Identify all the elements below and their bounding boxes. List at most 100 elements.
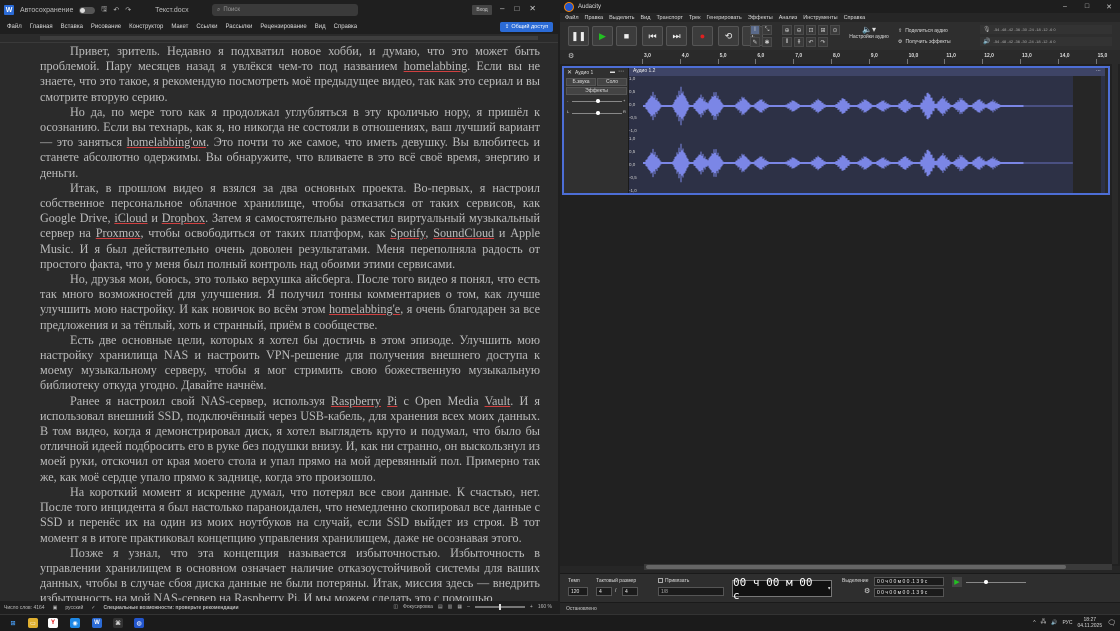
- skip-start-button[interactable]: ⏮: [642, 26, 663, 46]
- signin-button[interactable]: Вход: [472, 5, 492, 15]
- time-signature-denominator[interactable]: 4: [622, 587, 638, 596]
- horizontal-scrollbar[interactable]: [644, 564, 1112, 570]
- undo-icon[interactable]: ↶: [806, 37, 816, 47]
- envelope-tool-icon[interactable]: ⤡: [762, 25, 772, 35]
- print-layout-icon[interactable]: ▥: [448, 604, 453, 610]
- gain-slider-thumb[interactable]: [596, 99, 600, 103]
- redo-icon[interactable]: ↷: [818, 37, 828, 47]
- audio-clip[interactable]: Аудио 1.2 ⋯ 1,0 0,5 0,0 -0,5 -1,0 1,0 0,5 0,0 -0…: [629, 68, 1105, 193]
- audacity-menu-2[interactable]: Выделить: [606, 15, 637, 21]
- ruler[interactable]: [0, 34, 558, 43]
- tracks-area[interactable]: ✕ Аудио 1 ▬ ⋯ Б.звука Соло Эффекты - + L…: [560, 64, 1120, 570]
- start-icon[interactable]: ⊞: [8, 618, 18, 628]
- web-layout-icon[interactable]: ▦: [457, 604, 462, 610]
- timeline-ruler[interactable]: ⚙ 3,0 4,0 5,0 6,0 7,0 8,0 9,0 10,0 11,0 12,0 13,0 1…: [560, 50, 1120, 65]
- time-signature-numerator[interactable]: 4: [596, 587, 612, 596]
- document-paragraph[interactable]: Ранее я настроил свой NAS-сервер, исполь…: [40, 394, 540, 485]
- close-icon[interactable]: ✕: [1098, 0, 1120, 13]
- redo-icon[interactable]: ↷: [125, 6, 131, 14]
- audacity-menu-4[interactable]: Транспорт: [653, 15, 685, 21]
- clip-name[interactable]: Аудио 1.2: [633, 68, 655, 74]
- audio-settings-button[interactable]: 🔈▾ Настройки аудио: [844, 25, 894, 47]
- tempo-input[interactable]: 120: [568, 587, 588, 596]
- ribbon-tab-8[interactable]: Рецензирование: [256, 24, 310, 30]
- pan-slider-thumb[interactable]: [596, 111, 600, 115]
- maximize-icon[interactable]: □: [514, 4, 519, 13]
- audacity-menu-3[interactable]: Вид: [638, 15, 654, 21]
- selection-tool-icon[interactable]: I: [750, 25, 760, 35]
- undo-icon[interactable]: ↶: [113, 6, 119, 14]
- record-button[interactable]: ●: [692, 26, 713, 46]
- zoom-out-icon[interactable]: –: [467, 604, 470, 610]
- ribbon-tab-4[interactable]: Конструктор: [125, 24, 167, 30]
- language-indicator[interactable]: РУС: [1062, 620, 1072, 626]
- effects-button[interactable]: Эффекты: [566, 87, 627, 95]
- zoom-toggle-icon[interactable]: ⊙: [830, 25, 840, 35]
- language-indicator[interactable]: русский: [65, 605, 83, 611]
- network-icon[interactable]: 🖧: [1041, 619, 1047, 627]
- share-audio-button[interactable]: ⇪ Поделиться аудио: [898, 25, 968, 36]
- playback-speed-thumb[interactable]: [984, 580, 988, 584]
- recording-meter[interactable]: 🎙 -54 -48 -42 -36 -30 -24 -18 -12 -6 0: [980, 25, 1112, 34]
- audacity-menu-1[interactable]: Правка: [582, 15, 607, 21]
- clip-header[interactable]: Аудио 1.2 ⋯: [629, 68, 1105, 76]
- snap-checkbox[interactable]: [658, 578, 663, 583]
- selection-end-input[interactable]: 0 0 ч 0 0 м 0 0 .1 3 9 с: [874, 588, 944, 597]
- read-mode-icon[interactable]: ▤: [438, 604, 443, 610]
- spell-check-icon[interactable]: ▣: [53, 605, 58, 611]
- minimize-icon[interactable]: –: [500, 4, 504, 13]
- ribbon-tab-6[interactable]: Ссылки: [192, 24, 221, 30]
- selection-start-input[interactable]: 0 0 ч 0 0 м 0 0 .1 3 9 с: [874, 577, 944, 586]
- zoom-out-icon[interactable]: ⊖: [794, 25, 804, 35]
- solo-button[interactable]: Соло: [597, 78, 627, 86]
- file-explorer-icon[interactable]: ▭: [28, 618, 38, 628]
- fit-selection-icon[interactable]: ⊡: [806, 25, 816, 35]
- document-paragraph[interactable]: Но да, по мере того как я продолжал углу…: [40, 105, 540, 181]
- selection-settings-icon[interactable]: ⚙: [864, 587, 870, 595]
- zoom-slider[interactable]: [474, 604, 525, 610]
- audacity-menu-8[interactable]: Анализ: [776, 15, 801, 21]
- tray-overflow-icon[interactable]: ^: [1033, 620, 1035, 626]
- autosave-toggle[interactable]: [79, 6, 96, 14]
- collapse-icon[interactable]: ▬: [610, 69, 615, 75]
- audacity-menu-5[interactable]: Трек: [686, 15, 704, 21]
- ribbon-tab-7[interactable]: Рассылки: [221, 24, 256, 30]
- track-menu-icon[interactable]: ⋯: [618, 68, 624, 75]
- clip-menu-icon[interactable]: ⋯: [1096, 68, 1101, 74]
- ribbon-tab-3[interactable]: Рисование: [87, 24, 125, 30]
- focus-mode-button[interactable]: Фокусировка: [403, 604, 433, 610]
- snap-select[interactable]: 1/8: [658, 587, 724, 596]
- app-icon[interactable]: ◉: [70, 618, 80, 628]
- trim-icon[interactable]: ⫴: [782, 37, 792, 47]
- maximize-icon[interactable]: □: [1076, 0, 1098, 13]
- word-taskbar-icon[interactable]: W: [92, 618, 102, 628]
- document-body[interactable]: Привет, зритель. Недавно я подхватил нов…: [40, 44, 540, 601]
- time-display[interactable]: 00 ч 00 м 00 с ▾: [732, 576, 832, 602]
- yandex-browser-icon[interactable]: Y: [48, 618, 58, 628]
- terminal-icon[interactable]: ⌘: [113, 618, 123, 628]
- track-name[interactable]: Аудио 1: [575, 70, 593, 76]
- multi-tool-icon[interactable]: ✱: [762, 37, 772, 47]
- silence-icon[interactable]: ⫵: [794, 37, 804, 47]
- ribbon-tab-1[interactable]: Главная: [26, 24, 57, 30]
- skip-end-button[interactable]: ⏭: [666, 26, 687, 46]
- audacity-menu-9[interactable]: Инструменты: [800, 15, 840, 21]
- zoom-level[interactable]: 160 %: [538, 604, 552, 610]
- close-icon[interactable]: ✕: [529, 4, 536, 13]
- zoom-in-icon[interactable]: ⊕: [782, 25, 792, 35]
- get-effects-button[interactable]: ⚙ Получить эффекты: [898, 36, 968, 47]
- zoom-in-icon[interactable]: +: [530, 604, 533, 610]
- accessibility-status[interactable]: Специальные возможности: проверьте реком…: [103, 605, 238, 611]
- audacity-menu-7[interactable]: Эффекты: [745, 15, 776, 21]
- play-button[interactable]: ▶: [592, 26, 613, 46]
- loop-button[interactable]: ⟲: [718, 26, 739, 46]
- draw-tool-icon[interactable]: ✎: [750, 37, 760, 47]
- mute-button[interactable]: Б.звука: [566, 78, 596, 86]
- playback-speed-slider[interactable]: [966, 582, 1026, 583]
- playback-meter[interactable]: 🔊 -54 -48 -42 -36 -30 -24 -18 -12 -6 0: [980, 37, 1112, 46]
- fit-project-icon[interactable]: ⊞: [818, 25, 828, 35]
- stop-button[interactable]: ■: [616, 26, 637, 46]
- document-paragraph[interactable]: Есть две основные цели, которых я хотел …: [40, 333, 540, 394]
- volume-icon[interactable]: 🔊: [1051, 620, 1057, 626]
- search-input[interactable]: ⌕ Поиск: [212, 4, 358, 16]
